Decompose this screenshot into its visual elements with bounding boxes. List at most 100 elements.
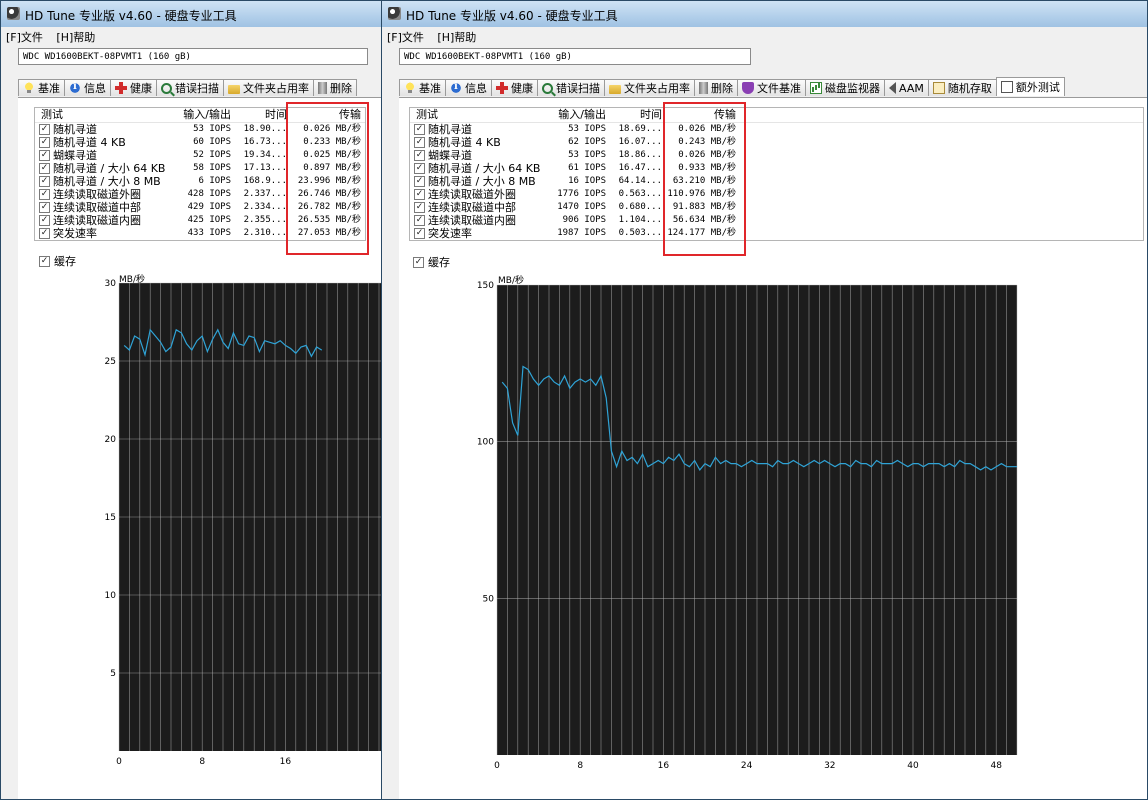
x-tick-label: 0 [494, 761, 500, 769]
test-name: 连续读取磁道中部 [53, 201, 141, 214]
test-checkbox[interactable]: ✓ [414, 176, 425, 187]
test-checkbox[interactable]: ✓ [414, 215, 425, 226]
io-cell: 6 IOPS [198, 176, 231, 186]
cache-option[interactable]: ✓ 缓存 [39, 253, 76, 269]
tab-label: 健康 [511, 82, 533, 95]
health-cross-icon [496, 82, 508, 94]
test-checkbox[interactable]: ✓ [39, 176, 50, 187]
test-name: 连续读取磁道外圈 [53, 188, 141, 201]
tab-0[interactable]: 基准 [18, 79, 65, 96]
column-header[interactable]: 测试 [35, 108, 169, 122]
io-cell: 429 IOPS [187, 202, 231, 212]
test-name-cell: ✓ 连续读取磁道内圈 [35, 214, 169, 227]
test-name: 随机寻道 [428, 123, 472, 136]
test-checkbox[interactable]: ✓ [39, 150, 50, 161]
test-checkbox[interactable]: ✓ [414, 137, 425, 148]
x-tick-label: 16 [280, 757, 292, 767]
results-table: 测试 输入/输出 时间 传输 ✓ 随机寻道 53 IOPS 18.69... 0.026 MB/… [409, 107, 1144, 241]
tab-label: 错误扫描 [175, 82, 219, 95]
io-cell: 60 IOPS [193, 137, 231, 147]
drive-select[interactable]: WDC WD1600BEKT-08PVMT1 (160 gB) [399, 48, 751, 65]
test-name-cell: ✓ 随机寻道 / 大小 64 KB [35, 162, 169, 175]
menu-bar: [F]文件 [H]帮助 [382, 27, 1147, 45]
y-tick-label: 100 [477, 438, 494, 448]
tab-2[interactable]: 健康 [491, 79, 538, 96]
app-icon [388, 7, 401, 20]
test-name-cell: ✓ 随机寻道 4 KB [35, 136, 169, 149]
time-cell: 2.334... [243, 202, 287, 212]
time-cell: 0.503... [618, 228, 662, 238]
io-cell: 58 IOPS [193, 163, 231, 173]
window-title: HD Tune 专业版 v4.60 - 硬盘专业工具 [25, 9, 237, 23]
menu-help[interactable]: [H]帮助 [51, 27, 100, 45]
trash-icon [318, 82, 327, 94]
tab-3[interactable]: 错误扫描 [156, 79, 224, 96]
results-header: 测试 输入/输出 时间 传输 [410, 108, 1143, 123]
test-checkbox[interactable]: ✓ [39, 189, 50, 200]
test-checkbox[interactable]: ✓ [39, 228, 50, 239]
tab-2[interactable]: 健康 [110, 79, 157, 96]
menu-bar: [F]文件 [H]帮助 [1, 27, 381, 45]
test-name: 连续读取磁道中部 [428, 201, 516, 214]
cache-checkbox[interactable]: ✓ [39, 255, 50, 267]
title-bar[interactable]: HD Tune 专业版 v4.60 - 硬盘专业工具 [382, 1, 1147, 27]
io-cell: 62 IOPS [568, 137, 606, 147]
tab-0[interactable]: 基准 [399, 79, 446, 96]
tab-4[interactable]: 文件夹占用率 [223, 79, 314, 96]
time-cell: 16.73... [243, 137, 287, 147]
x-tick-label: 40 [907, 761, 919, 769]
io-cell: 1987 IOPS [557, 228, 606, 238]
tab-1[interactable]: 信息 [64, 79, 111, 96]
y-tick-label: 25 [105, 357, 116, 367]
column-header[interactable]: 输入/输出 [169, 108, 235, 122]
menu-file[interactable]: [F]文件 [1, 27, 48, 45]
test-checkbox[interactable]: ✓ [39, 202, 50, 213]
test-checkbox[interactable]: ✓ [39, 215, 50, 226]
test-checkbox[interactable]: ✓ [39, 124, 50, 135]
column-header[interactable]: 输入/输出 [544, 108, 610, 122]
time-cell: 18.90... [243, 124, 287, 134]
drive-select[interactable]: WDC WD1600BEKT-08PVMT1 (160 gB) [18, 48, 368, 65]
test-name: 随机寻道 4 KB [428, 136, 501, 149]
tab-10[interactable]: 额外测试 [995, 77, 1065, 96]
tab-7[interactable]: 磁盘监视器 [805, 79, 885, 96]
time-cell: 16.47... [618, 163, 662, 173]
test-checkbox[interactable]: ✓ [39, 137, 50, 148]
tab-4[interactable]: 文件夹占用率 [604, 79, 695, 96]
test-checkbox[interactable]: ✓ [414, 150, 425, 161]
menu-file[interactable]: [F]文件 [382, 27, 429, 45]
tab-8[interactable]: AAM [884, 79, 929, 96]
dice-icon [932, 82, 945, 94]
column-header[interactable]: 测试 [410, 108, 544, 122]
title-bar[interactable]: HD Tune 专业版 v4.60 - 硬盘专业工具 [1, 1, 381, 27]
tab-3[interactable]: 错误扫描 [537, 79, 605, 96]
test-checkbox[interactable]: ✓ [414, 163, 425, 174]
column-header[interactable]: 时间 [235, 108, 291, 122]
test-name: 突发速率 [428, 227, 472, 240]
cache-checkbox[interactable]: ✓ [413, 256, 424, 268]
cache-option[interactable]: ✓ 缓存 [413, 254, 450, 270]
time-cell: 16.07... [618, 137, 662, 147]
y-tick-label: 150 [477, 281, 494, 291]
tab-6[interactable]: 文件基准 [737, 79, 806, 96]
io-cell: 906 IOPS [562, 215, 606, 225]
x-tick-label: 32 [824, 761, 835, 769]
y-tick-label: 10 [105, 591, 117, 601]
time-cell: 19.34... [243, 150, 287, 160]
menu-help[interactable]: [H]帮助 [432, 27, 481, 45]
test-checkbox[interactable]: ✓ [414, 124, 425, 135]
tab-1[interactable]: 信息 [445, 79, 492, 96]
tab-strip: 基准 信息 健康 错误扫描 文件夹占用率 删除 [18, 79, 357, 97]
tab-5[interactable]: 删除 [694, 79, 738, 96]
info-icon [69, 81, 81, 94]
column-header[interactable]: 时间 [610, 108, 666, 122]
tab-strip: 基准 信息 健康 错误扫描 文件夹占用率 删除 文件基准 磁盘监视器 AAM 随机存取 额外测试 [399, 77, 1065, 97]
tab-5[interactable]: 删除 [313, 79, 357, 96]
test-checkbox[interactable]: ✓ [414, 202, 425, 213]
test-checkbox[interactable]: ✓ [414, 228, 425, 239]
tab-9[interactable]: 随机存取 [927, 79, 997, 96]
test-checkbox[interactable]: ✓ [414, 189, 425, 200]
table-row: ✓ 连续读取磁道内圈 906 IOPS 1.104... 56.634 MB/秒 [410, 214, 1143, 227]
test-checkbox[interactable]: ✓ [39, 163, 50, 174]
test-name-cell: ✓ 随机寻道 4 KB [410, 136, 544, 149]
